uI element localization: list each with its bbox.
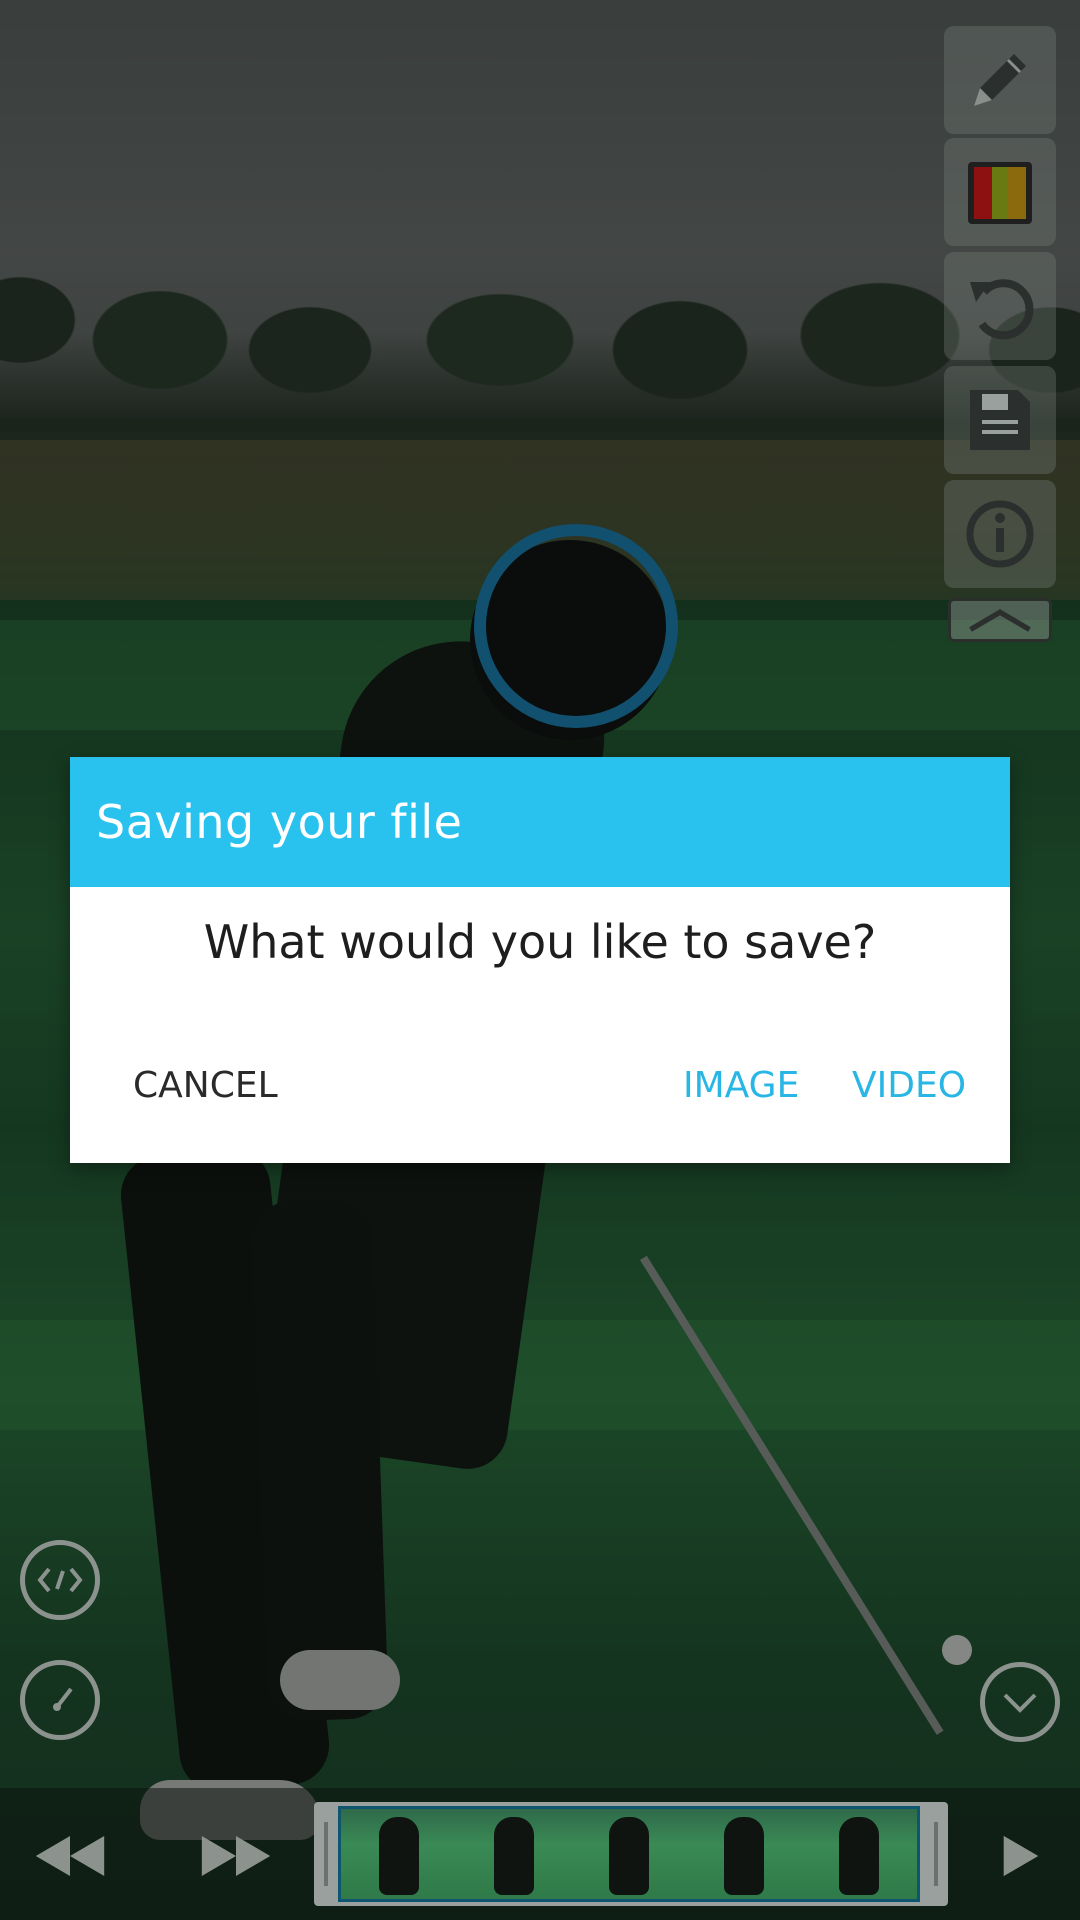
play-button[interactable] [990, 1820, 1050, 1892]
pencil-button[interactable] [944, 26, 1056, 134]
save-dialog: Saving your file What would you like to … [70, 757, 1010, 1163]
collapse-up-icon [969, 609, 1031, 632]
rewind-button[interactable] [30, 1820, 110, 1892]
frame-thumbnail[interactable] [608, 1817, 649, 1895]
strip-right-handle[interactable] [934, 1822, 938, 1886]
color-button[interactable] [944, 138, 1056, 246]
frame-thumbnails[interactable] [338, 1806, 920, 1902]
expand-down-button[interactable] [980, 1662, 1060, 1742]
info-button[interactable] [944, 480, 1056, 588]
pencil-icon [974, 54, 1026, 106]
info-icon [966, 500, 1034, 568]
fast-forward-icon [201, 1836, 271, 1876]
speed-button[interactable] [20, 1660, 100, 1740]
undo-button[interactable] [944, 252, 1056, 360]
speed-gauge-icon [53, 1687, 73, 1711]
expand-down-icon [1003, 1693, 1037, 1713]
cancel-button[interactable]: CANCEL [133, 1065, 278, 1106]
play-icon [1003, 1835, 1039, 1877]
collapse-toolbar-button[interactable] [948, 598, 1052, 642]
annotation-circle[interactable] [474, 524, 678, 728]
save-button[interactable] [944, 366, 1056, 474]
save-icon [970, 390, 1030, 450]
save-video-button[interactable]: VIDEO [852, 1065, 966, 1106]
dialog-title: Saving your file [96, 795, 463, 849]
dialog-message: What would you like to save? [203, 915, 877, 969]
dialog-header: Saving your file [70, 757, 1010, 887]
frame-thumbnail[interactable] [493, 1817, 534, 1895]
undo-icon [970, 279, 1034, 340]
fast-forward-button[interactable] [196, 1820, 276, 1892]
color-palette-icon [968, 162, 1032, 224]
strip-left-handle[interactable] [324, 1822, 328, 1886]
frame-thumbnail[interactable] [724, 1817, 765, 1895]
compare-button[interactable] [20, 1540, 100, 1620]
frame-thumbnail[interactable] [839, 1817, 880, 1895]
code-compare-icon [37, 1567, 83, 1593]
frame-thumbnail[interactable] [378, 1817, 419, 1895]
frame-strip[interactable] [314, 1802, 948, 1906]
save-image-button[interactable]: IMAGE [683, 1065, 799, 1106]
rewind-icon [35, 1836, 105, 1876]
